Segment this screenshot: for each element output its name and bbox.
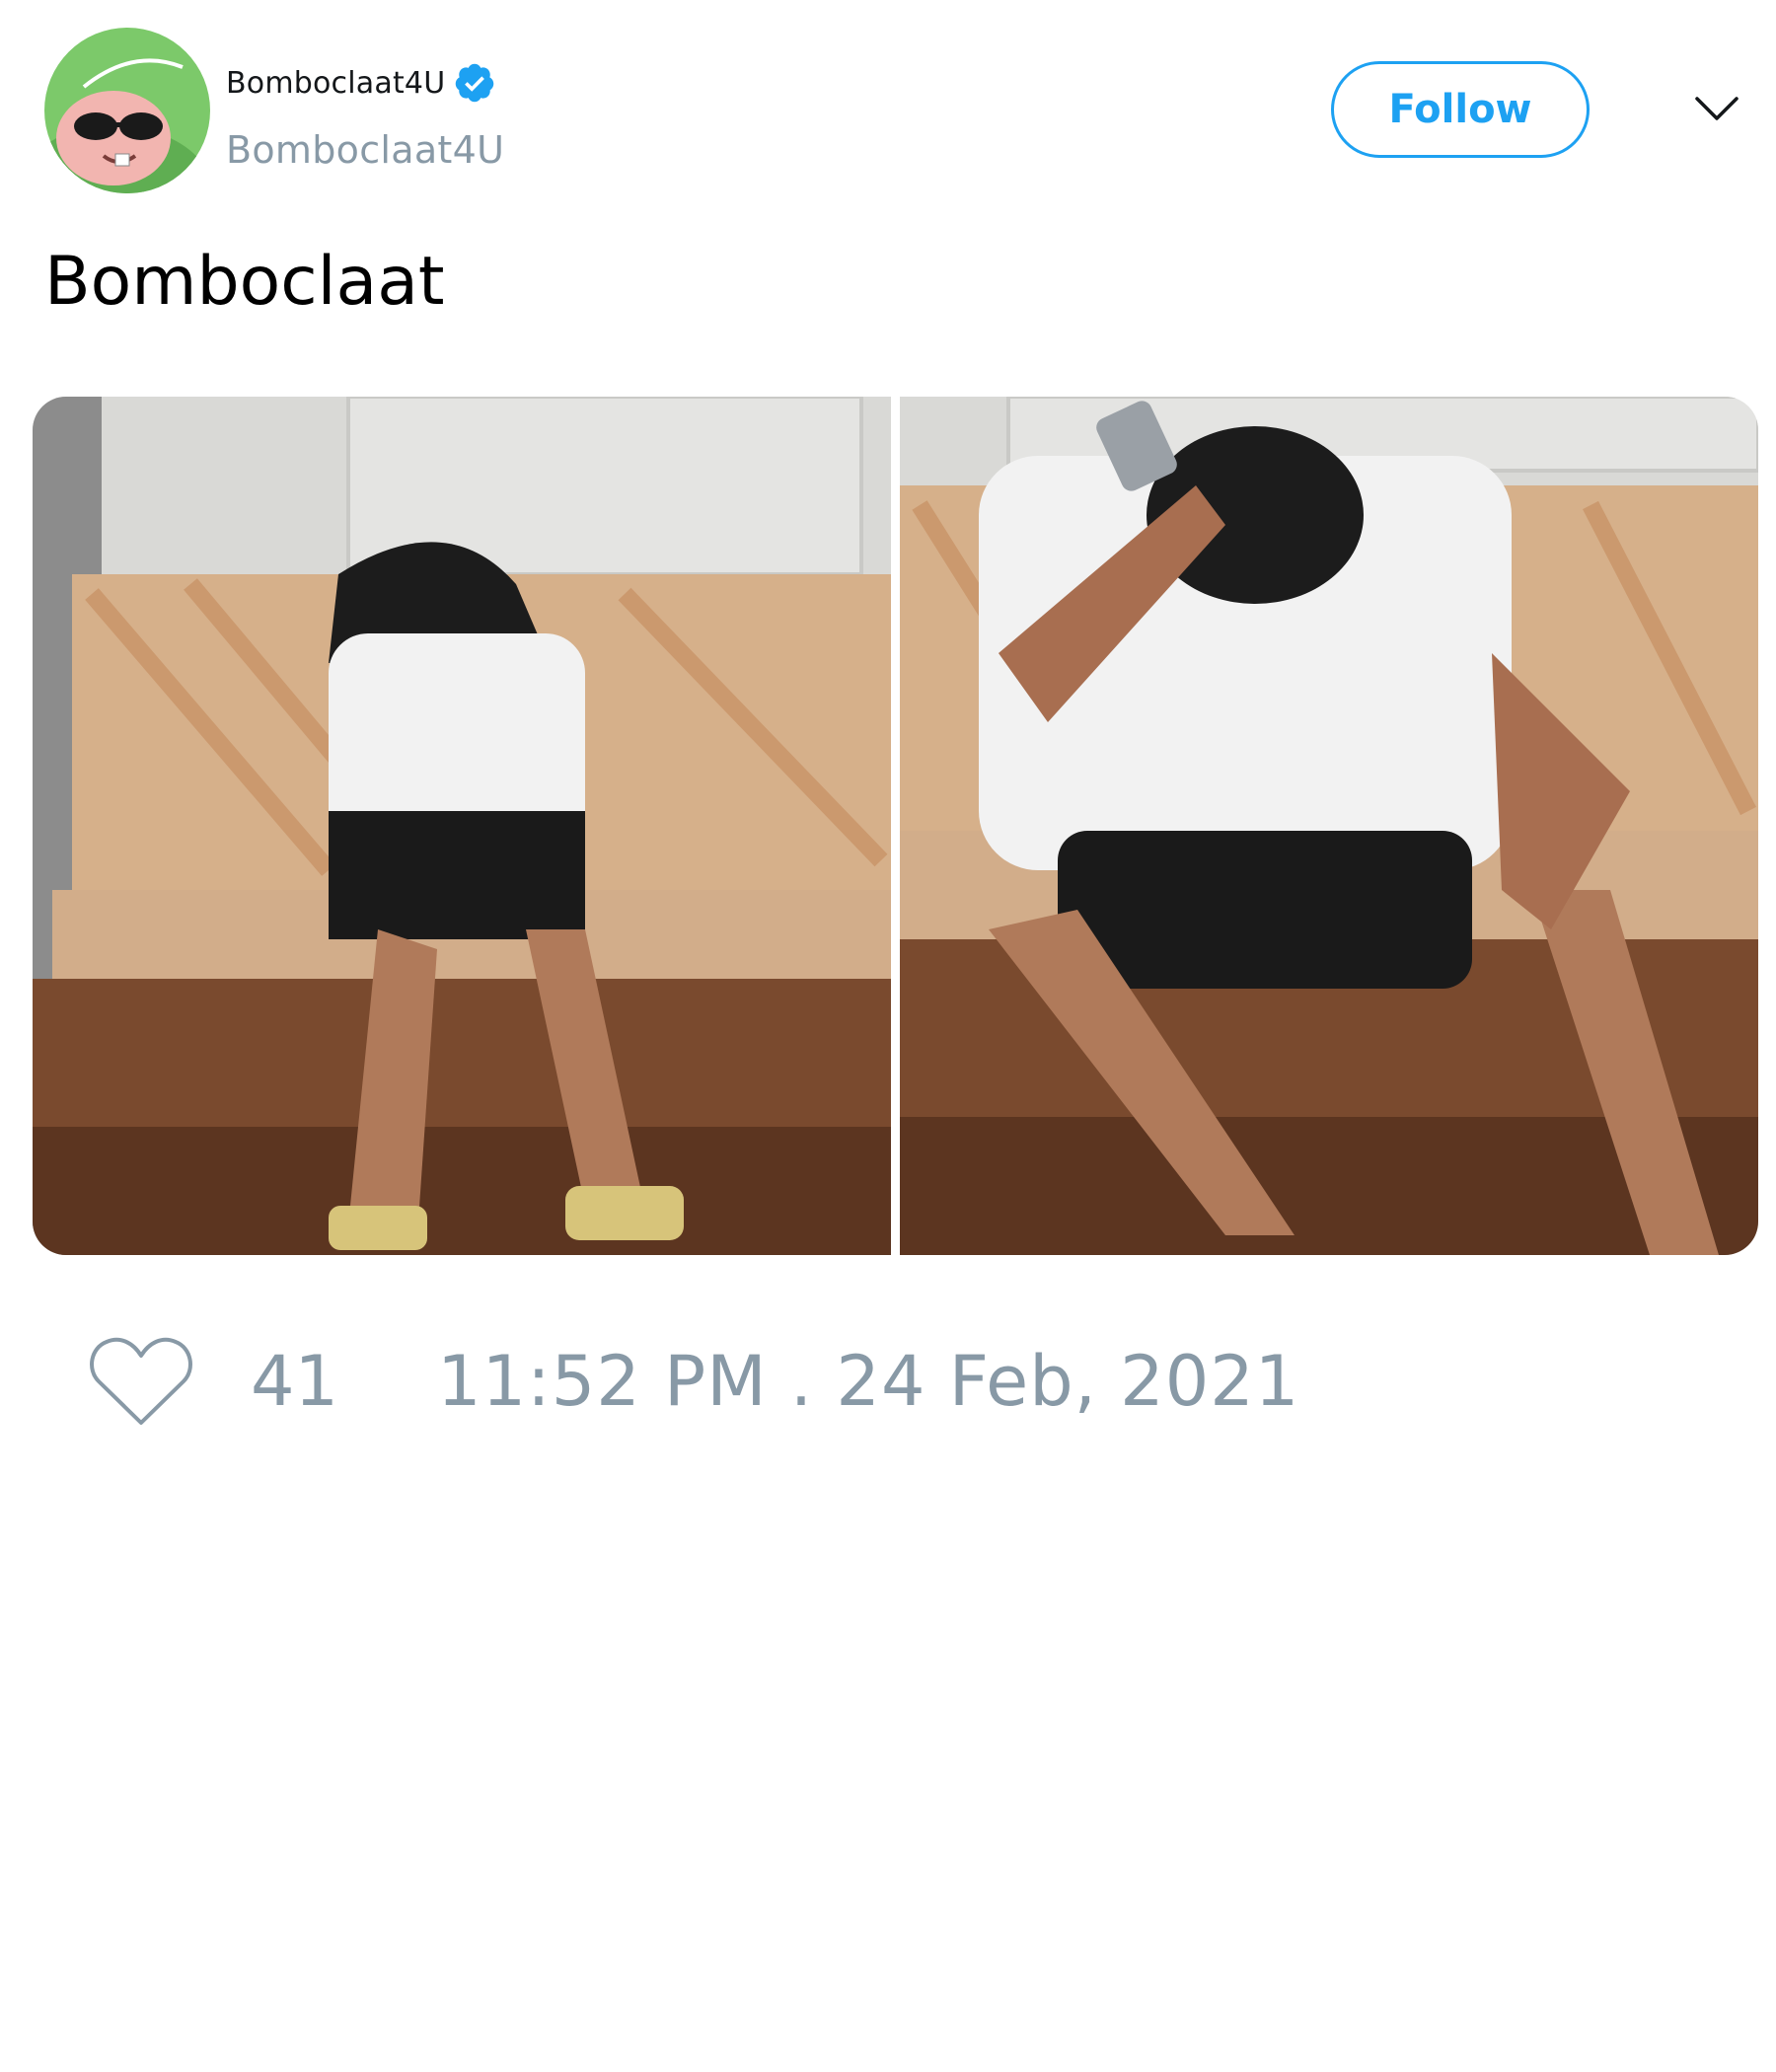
follow-button[interactable]: Follow [1331, 61, 1590, 158]
author-name-row[interactable]: Bomboclaat4U [226, 61, 496, 105]
author-display-name[interactable]: Bomboclaat4U [226, 66, 445, 101]
verified-badge-icon [456, 63, 494, 103]
media-photo-left[interactable] [33, 397, 891, 1255]
like-count[interactable]: 41 [251, 1341, 338, 1422]
cartoon-avatar-image [44, 28, 210, 193]
photo-man-laughing-at-phone [33, 397, 891, 1255]
photo-man-holding-phone-to-head [900, 397, 1758, 1255]
author-handle[interactable]: Bomboclaat4U [226, 128, 504, 172]
chevron-down-icon[interactable] [1693, 91, 1740, 126]
tweet-text: Bomboclaat [44, 243, 445, 321]
media-photo-right[interactable] [900, 397, 1758, 1255]
heart-icon[interactable] [89, 1334, 193, 1429]
media-divider [891, 397, 900, 1255]
tweet-timestamp[interactable]: 11:52 PM . 24 Feb, 2021 [437, 1341, 1299, 1422]
avatar[interactable] [44, 28, 210, 193]
tweet-footer: 41 11:52 PM . 24 Feb, 2021 [89, 1332, 1299, 1431]
tweet-media[interactable] [33, 397, 1758, 1255]
